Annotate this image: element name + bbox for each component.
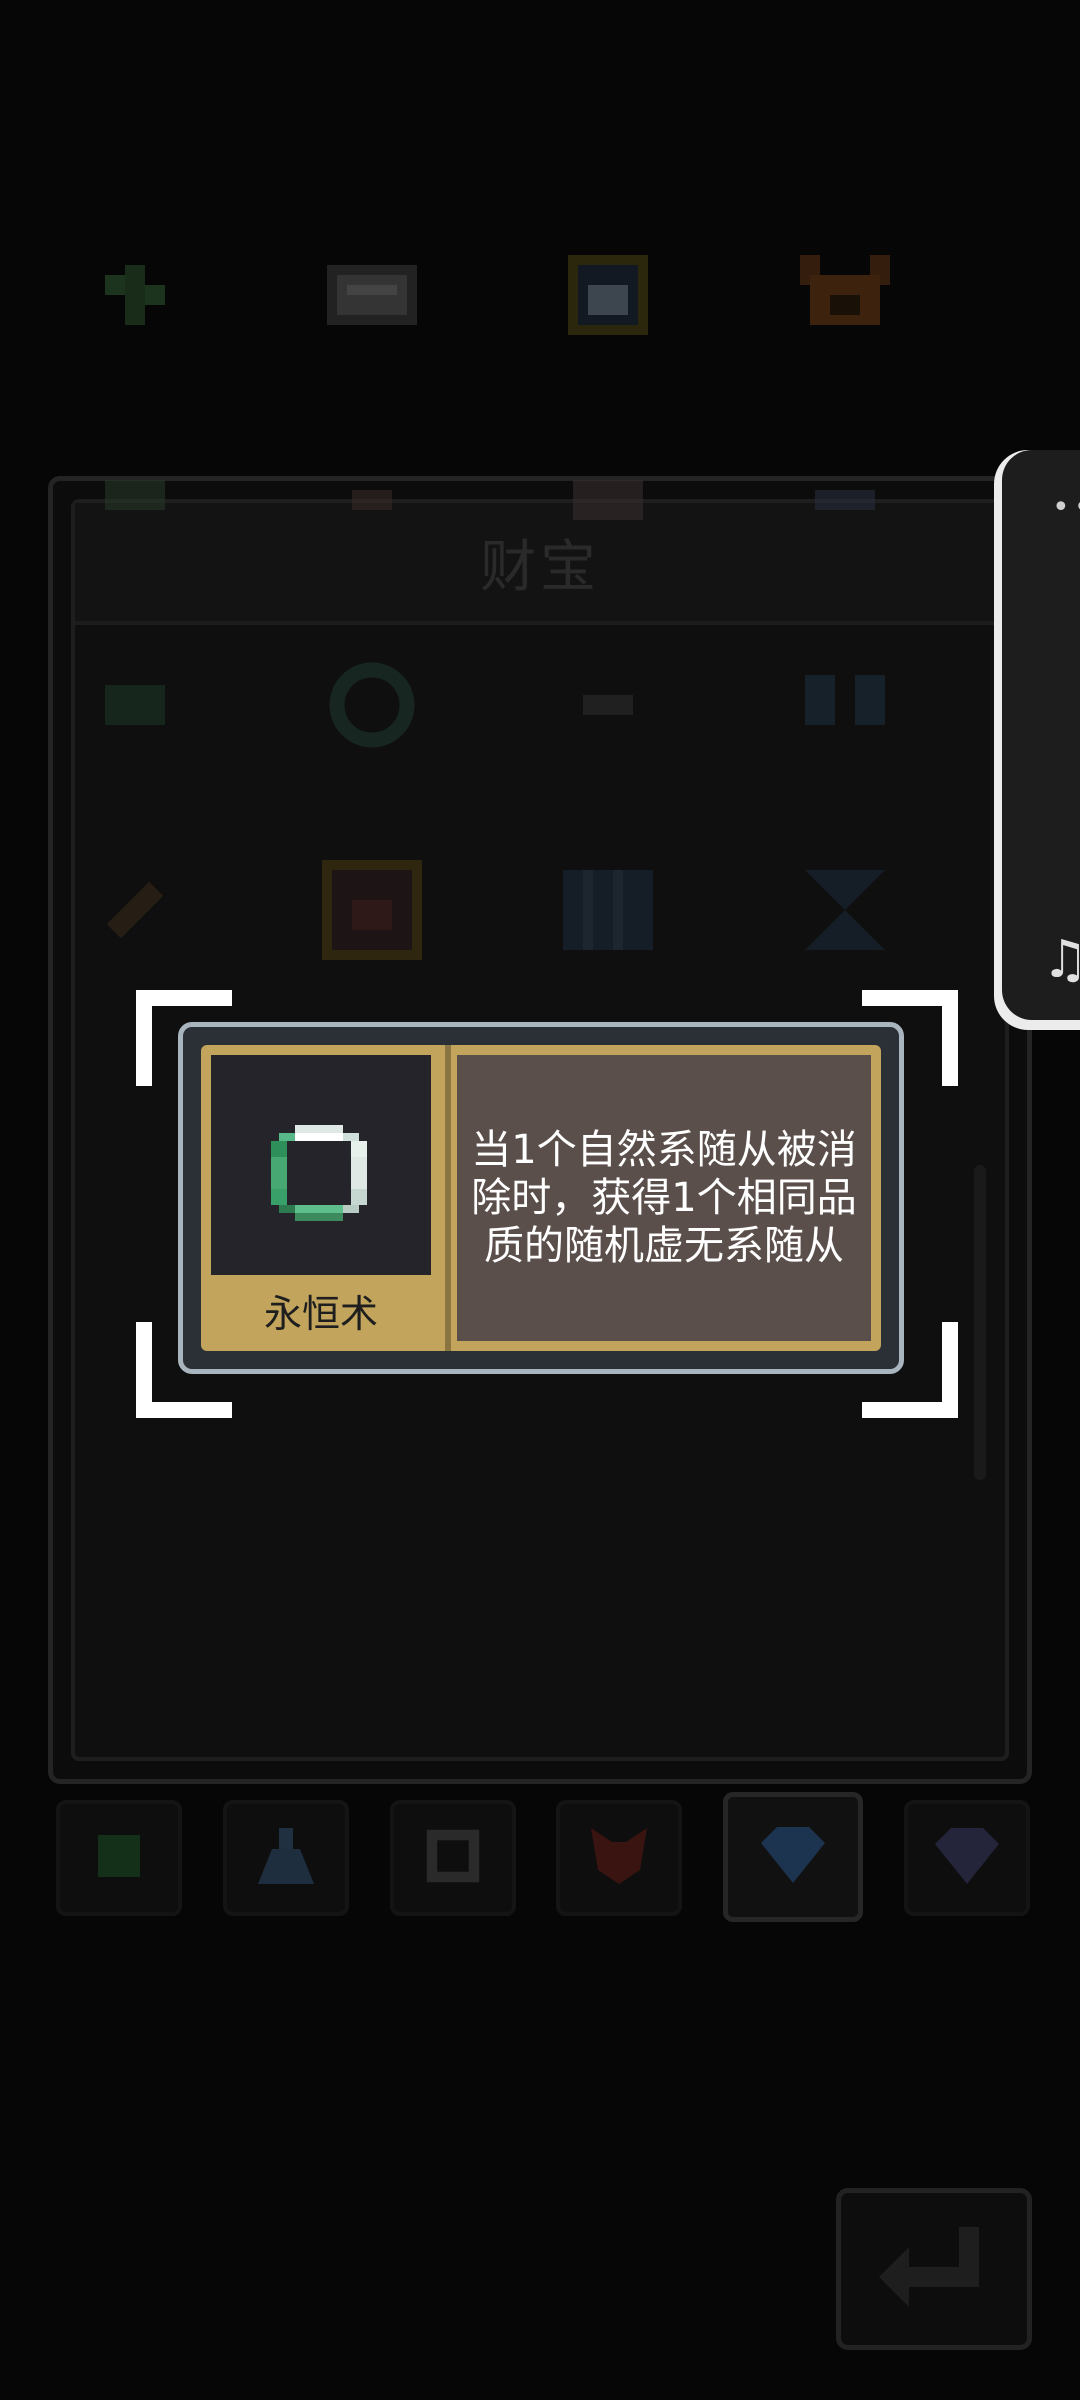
- treasure-chest-icon[interactable]: [317, 855, 427, 965]
- return-arrow-icon: [879, 2227, 989, 2311]
- return-button[interactable]: [836, 2188, 1032, 2350]
- floating-side-widget-inner: •• ♫: [1002, 450, 1080, 1020]
- gem-icon: [761, 1827, 826, 1887]
- bone-cross-icon: [425, 1828, 481, 1888]
- tooltip-divider: [445, 1045, 451, 1351]
- tab-bone-cross[interactable]: [389, 1800, 516, 1916]
- scroll-icon[interactable]: [553, 445, 663, 555]
- more-dots-icon[interactable]: ••: [1052, 490, 1080, 525]
- item-tooltip[interactable]: 永恒术 当1个自然系随从被消除时，获得1个相同品质的随机虚无系随从: [178, 1022, 904, 1374]
- tab-gem-active[interactable]: [723, 1792, 864, 1922]
- item-name: 永恒术: [263, 1292, 378, 1336]
- flute-icon[interactable]: [80, 855, 190, 965]
- item-icon-box: [211, 1055, 431, 1275]
- ring-icon[interactable]: [317, 650, 427, 760]
- clover-icon: [91, 1828, 147, 1888]
- fox-icon: [591, 1828, 648, 1888]
- dagger-icon[interactable]: [317, 445, 427, 555]
- butterfly-icon[interactable]: [790, 650, 900, 760]
- grid-row: [80, 240, 900, 445]
- tab-clover[interactable]: [56, 1800, 182, 1916]
- category-tabbar: [56, 1792, 1030, 1922]
- bone-icon[interactable]: [80, 445, 190, 555]
- wind-icon[interactable]: [790, 445, 900, 555]
- flask-icon: [257, 1828, 314, 1888]
- grid-row: [80, 650, 900, 855]
- grid-row: [80, 445, 900, 650]
- treasure-grid: [80, 240, 900, 1060]
- floating-side-widget[interactable]: •• ♫: [994, 450, 1080, 1030]
- scrollbar[interactable]: [974, 1165, 986, 1480]
- crown-shield-icon[interactable]: [553, 240, 663, 350]
- item-description: 当1个自然系随从被消除时，获得1个相同品质的随机虚无系随从: [471, 1127, 857, 1269]
- hourglass-icon[interactable]: [790, 855, 900, 965]
- fox-mask-icon[interactable]: [790, 240, 900, 350]
- leaf-sprout-icon[interactable]: [80, 240, 190, 350]
- tab-gem[interactable]: [903, 1800, 1030, 1916]
- chest-icon[interactable]: [317, 240, 427, 350]
- tab-flask[interactable]: [222, 1800, 349, 1916]
- gem-icon: [934, 1828, 999, 1888]
- ring-icon[interactable]: [80, 650, 190, 760]
- book-icon[interactable]: [553, 855, 663, 965]
- knife-icon[interactable]: [553, 650, 663, 760]
- jade-ring-icon: [271, 1125, 367, 1225]
- music-note-icon[interactable]: ♫: [1042, 930, 1080, 990]
- tab-fox[interactable]: [556, 1800, 683, 1916]
- item-tooltip-inner: 永恒术 当1个自然系随从被消除时，获得1个相同品质的随机虚无系随从: [201, 1045, 881, 1351]
- item-description-box: 当1个自然系随从被消除时，获得1个相同品质的随机虚无系随从: [457, 1055, 871, 1341]
